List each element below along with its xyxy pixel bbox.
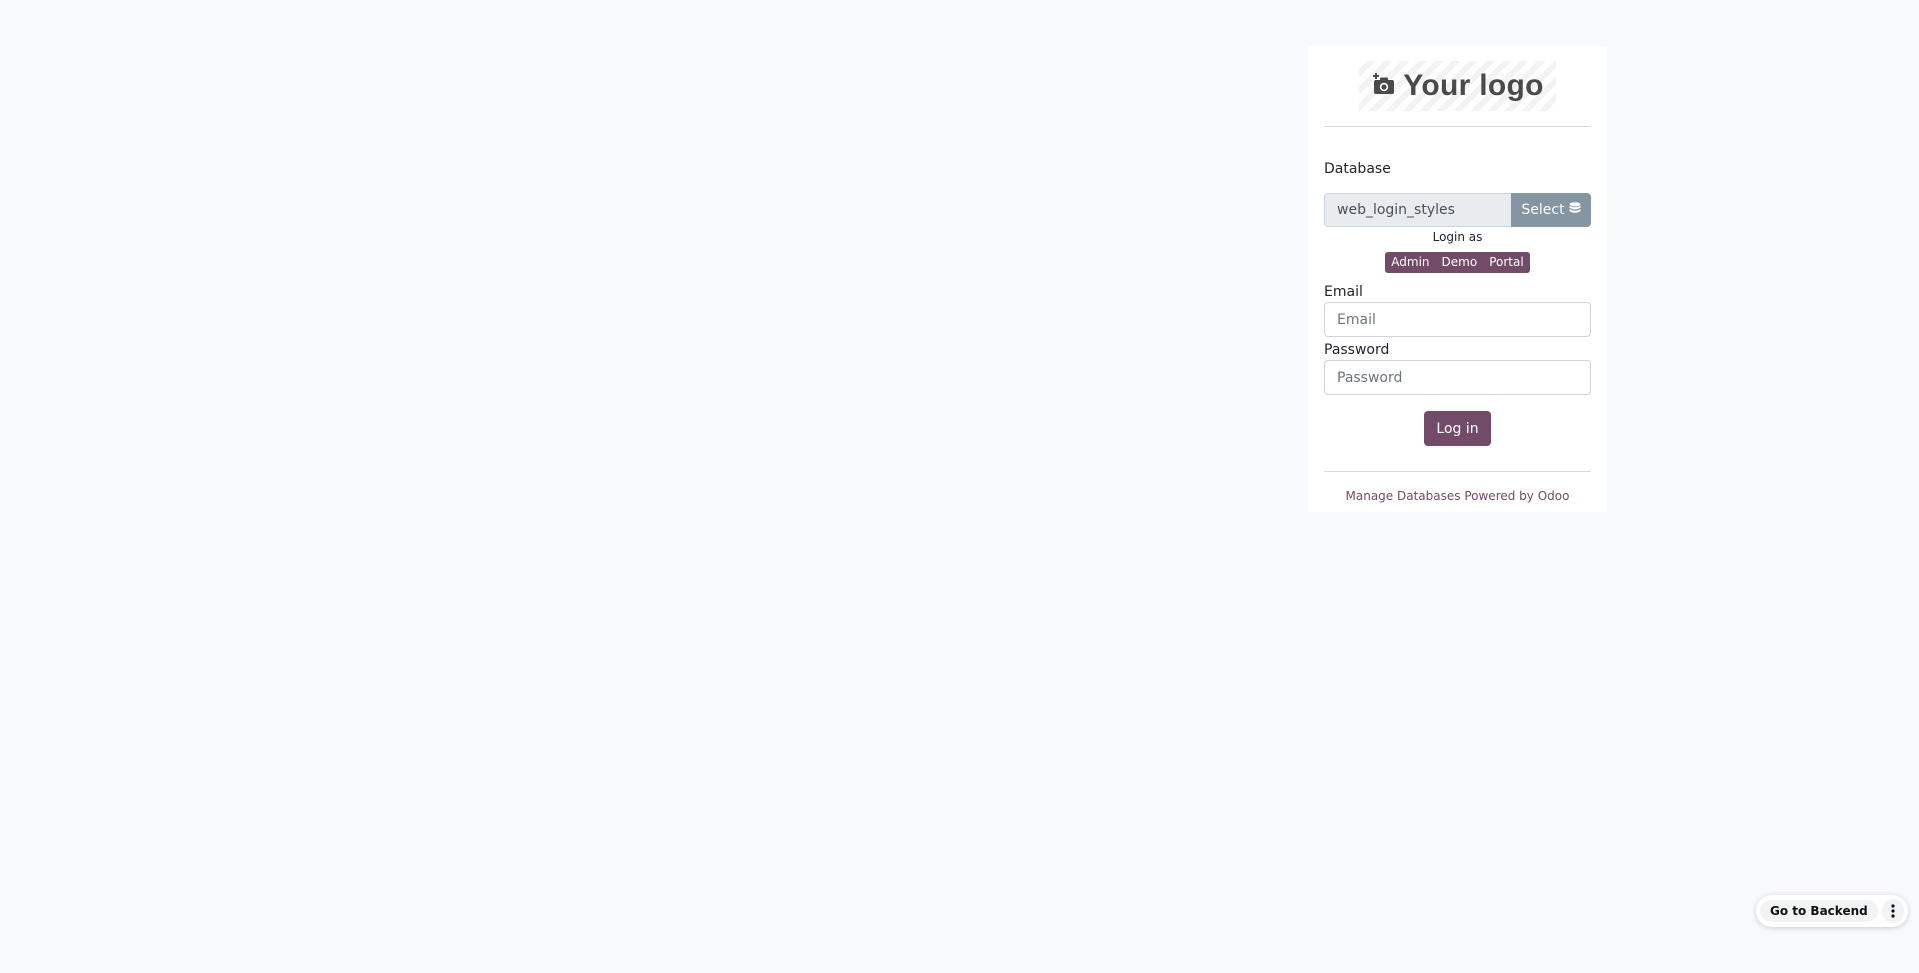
database-field[interactable]: web_login_styles	[1324, 193, 1511, 227]
login-as-admin-button[interactable]: Admin	[1385, 252, 1435, 273]
logo-area: Your logo	[1324, 46, 1591, 127]
manage-databases-link[interactable]: Manage Databases	[1346, 489, 1461, 503]
email-label: Email	[1324, 284, 1363, 300]
login-as-label: Login as	[1432, 230, 1483, 244]
login-footer: Manage Databases Powered by Odoo	[1324, 489, 1591, 503]
select-database-button[interactable]: Select	[1511, 193, 1591, 227]
camera-plus-icon	[1371, 73, 1395, 99]
password-label: Password	[1324, 342, 1390, 358]
email-field[interactable]	[1324, 302, 1591, 337]
go-to-backend-button[interactable]: Go to Backend	[1760, 900, 1878, 922]
login-button[interactable]: Log in	[1424, 411, 1491, 446]
database-icon	[1569, 201, 1581, 219]
password-field[interactable]	[1324, 360, 1591, 395]
login-row: Log in	[1324, 411, 1591, 446]
powered-by-odoo-link[interactable]: Powered by Odoo	[1464, 489, 1569, 503]
database-selector: web_login_styles Select	[1324, 193, 1591, 227]
kebab-menu-icon[interactable]	[1881, 899, 1904, 923]
login-card: Your logo Database web_login_styles Sele…	[1308, 46, 1607, 512]
login-as-demo-button[interactable]: Demo	[1436, 252, 1484, 273]
login-as-group: Admin Demo Portal	[1324, 252, 1591, 273]
logo-text: Your logo	[1403, 69, 1544, 102]
footer-divider	[1324, 471, 1591, 472]
backend-toolbar: Go to Backend	[1756, 895, 1908, 927]
select-button-label: Select	[1521, 202, 1565, 218]
database-label: Database	[1324, 161, 1391, 177]
login-as-portal-button[interactable]: Portal	[1483, 252, 1529, 273]
company-logo: Your logo	[1359, 61, 1556, 111]
